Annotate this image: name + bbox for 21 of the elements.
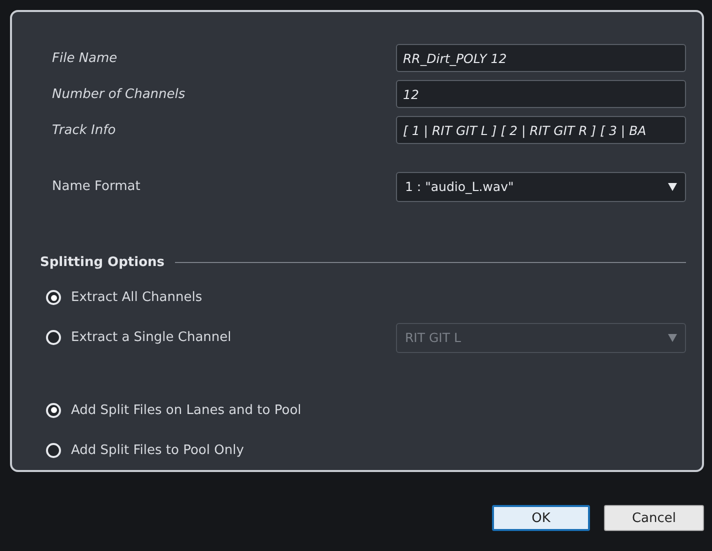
radio-label: Add Split Files on Lanes and to Pool [71, 402, 302, 418]
radio-label: Extract All Channels [71, 290, 202, 306]
dropdown-arrow-icon [668, 334, 677, 342]
section-title: Splitting Options [40, 254, 165, 270]
dialog-button[interactable]: Cancel [604, 505, 704, 531]
dropdown-arrow-icon [668, 182, 677, 191]
radio-label: Extract a Single Channel [71, 330, 232, 346]
input-field[interactable]: [ 1 | RIT GIT L ] [ 2 | RIT GIT R ] [ 3 | BA [396, 116, 686, 144]
radio-button[interactable] [46, 290, 61, 306]
radio-button[interactable] [46, 330, 61, 346]
field-label: File Name [52, 50, 118, 66]
field-label: Name Format [52, 179, 140, 194]
field-label: Track Info [52, 122, 116, 138]
name-format-dropdown[interactable]: 1 : "audio_L.wav" [396, 172, 686, 202]
input-field[interactable]: 12 [396, 80, 686, 108]
radio-button[interactable] [46, 442, 61, 458]
input-field[interactable]: RR_Dirt_POLY 12 [396, 44, 686, 72]
radio-label: Add Split Files to Pool Only [71, 442, 244, 458]
radio-button[interactable] [46, 402, 61, 418]
field-label: Number of Channels [52, 86, 186, 102]
dialog-button[interactable]: OK [492, 505, 590, 531]
